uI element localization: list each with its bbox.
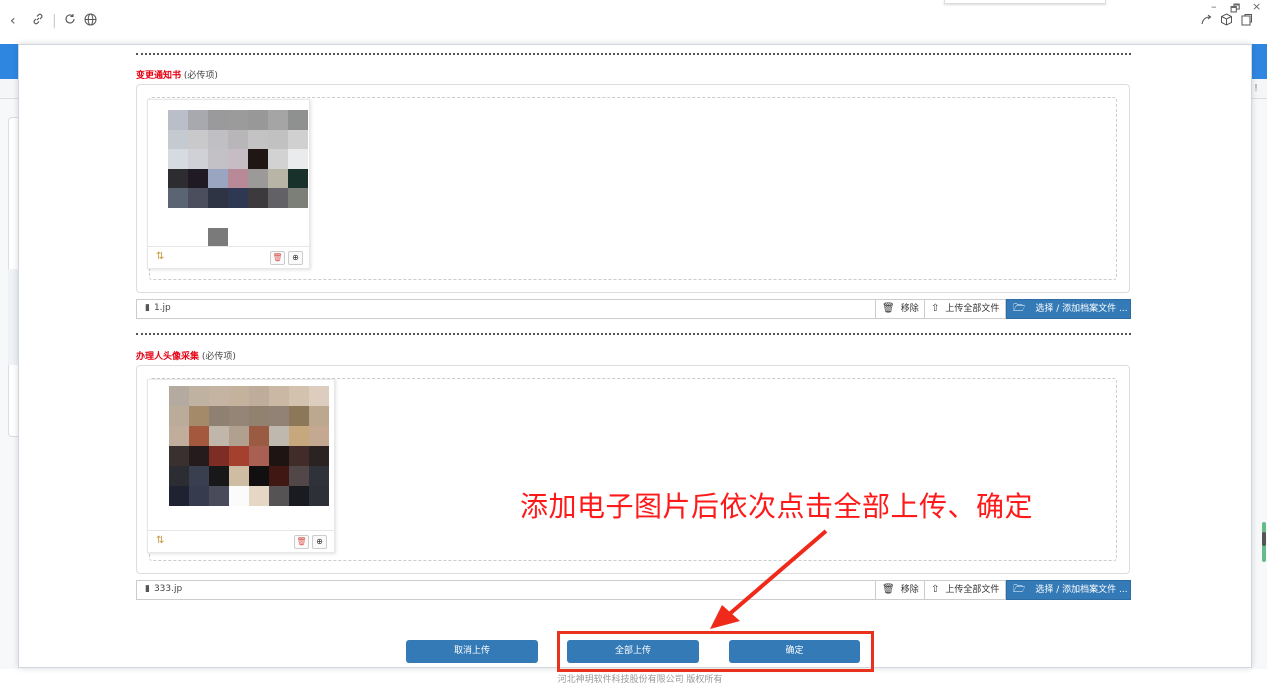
background-panel-left [0,99,22,669]
background-selected-row [8,269,18,365]
trash-icon: 🗑 [882,303,895,314]
file-icon: ▮ [145,303,150,313]
trash-icon: 🗑 [882,584,895,595]
box-icon[interactable] [1220,13,1233,30]
cancel-upload-button[interactable]: 取消上传 [406,640,538,663]
upload-icon: ⇧ [931,303,940,314]
zoom-preview-button[interactable]: ⊕ [312,535,327,549]
annotation-arrow-icon [710,529,828,629]
file-caption: ▮ 1.jp [145,303,171,313]
close-window-button[interactable]: × [1252,0,1261,13]
section-divider [136,53,1131,55]
section-title-required: 办理人头像采集 [136,352,200,362]
section-title: 变更通知书 (必传项) [136,68,218,81]
back-icon[interactable]: ‹ [10,13,16,29]
section-title-required: 变更通知书 [136,71,182,81]
section-title-note: (必传项) [183,71,218,81]
zoom-preview-button[interactable]: ⊕ [288,251,303,265]
delete-file-button[interactable]: 🗑 [294,535,309,549]
file-caption: ▮ 333.jp [145,584,182,594]
section-divider [136,333,1131,335]
background-panel-right [1252,99,1267,669]
annotation-highlight-box [557,631,874,672]
annotation-text: 添加电子图片后依次点击全部上传、确定 [520,490,1034,523]
drag-handle-icon[interactable]: ⇅ [156,251,164,262]
remove-button[interactable]: 🗑 移除 [875,299,926,319]
preview-footer: ⇅ 🗑 ⊕ [148,530,334,552]
select-files-button[interactable]: 🗁 选择 / 添加档案文件 ... [1006,580,1131,600]
folder-open-icon: 🗁 [1013,584,1026,595]
file-caption-bar: ▮ 1.jp 🗑 移除 ⇧ 上传全部文件 🗁 选择 / 添加档案文件 ... [136,299,1131,319]
select-files-button[interactable]: 🗁 选择 / 添加档案文件 ... [1006,299,1131,319]
file-preview-card: ⇅ 🗑 ⊕ [147,379,335,553]
drag-handle-icon[interactable]: ⇅ [156,535,164,546]
browser-toolbar: ‹ | – 🗗 × [0,0,1267,44]
globe-icon[interactable] [84,13,97,30]
extension-icon[interactable] [1240,13,1253,30]
upload-icon: ⇧ [931,584,940,595]
file-icon: ▮ [145,584,150,594]
file-name: 333.jp [153,584,183,594]
copyright-footer: 河北神玥软件科技股份有限公司 版权所有 [557,675,723,685]
upload-all-files-button[interactable]: ⇧ 上传全部文件 [924,580,1007,600]
file-caption-bar: ▮ 333.jp 🗑 移除 ⇧ 上传全部文件 🗁 选择 / 添加档案文件 ... [136,580,1131,600]
link-icon[interactable] [32,13,44,29]
share-icon[interactable] [1200,13,1213,30]
address-bar-popup [944,0,1106,4]
delete-file-button[interactable]: 🗑 [270,251,285,265]
folder-open-icon: 🗁 [1013,303,1026,314]
divider: | [52,13,57,29]
alert-mark: ! [1254,83,1259,94]
file-name: 1.jp [153,303,171,313]
remove-button[interactable]: 🗑 移除 [875,580,926,600]
image-preview [169,386,329,506]
section-title: 办理人头像采集 (必传项) [136,349,236,362]
file-preview-card: ⇅ 🗑 ⊕ [147,99,310,269]
refresh-icon[interactable] [64,13,76,29]
image-preview [168,110,308,208]
image-preview-fragment [208,228,228,246]
section-title-note: (必传项) [201,352,236,362]
upload-all-files-button[interactable]: ⇧ 上传全部文件 [924,299,1007,319]
scroll-thumb[interactable] [1262,532,1266,546]
preview-footer: ⇅ 🗑 ⊕ [148,246,309,268]
minimize-button[interactable]: – [1211,0,1217,13]
